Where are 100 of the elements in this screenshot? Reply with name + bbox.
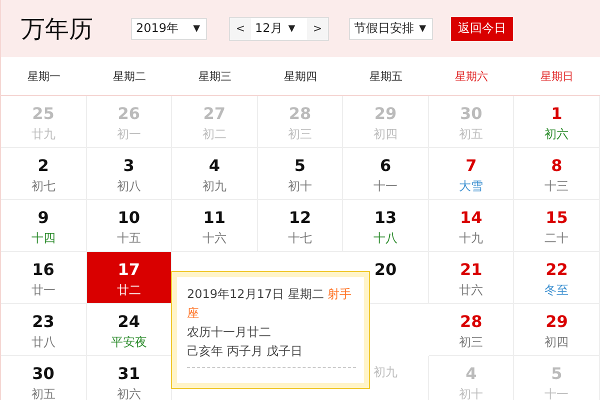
lunar-date: 十七 [288,231,312,245]
day-number: 26 [118,105,140,123]
lunar-date: 冬至 [544,283,569,297]
day-number: 29 [374,105,397,123]
lunar-date: 十九 [459,231,484,245]
lunar-date: 初七 [31,179,56,193]
lunar-date: 初四 [374,127,398,141]
lunar-date: 初六 [544,127,569,141]
lunar-date: 初五 [31,387,56,400]
day-number: 1 [551,105,562,123]
weekday-label: 星期一 [26,68,62,84]
day-number: 5 [294,157,306,175]
day-number: 15 [546,209,568,227]
day-number: 17 [118,261,140,279]
lunar-date: 初五 [459,127,484,141]
tooltip-ganzhi: 己亥年 丙子月 戊子日 [187,343,304,360]
day-number: 6 [380,157,392,175]
lunar-date: 二十 [544,231,569,245]
weekday-label: 星期日 [540,68,575,84]
day-cell[interactable]: 2 初七 [1,148,87,200]
day-cell[interactable]: 9 十四 [1,200,87,252]
day-number: 13 [374,209,397,227]
weekday-label: 星期六 [454,68,490,84]
day-cell[interactable]: 22 冬至 [514,252,600,304]
day-number: 16 [32,261,54,279]
lunar-date: 十六 [202,231,226,245]
lunar-date: 十一 [374,179,398,193]
day-cell[interactable]: 3 初八 [86,148,172,200]
day-cell[interactable]: 11 十六 [172,200,258,252]
day-number: 28 [460,313,482,331]
selected-day-cell[interactable]: 17 廿二 [86,252,172,304]
lunar-date: 廿六 [459,283,484,297]
lunar-date: 廿二 [116,283,141,297]
lunar-date: 十三 [544,179,569,193]
weekday-label: 星期五 [368,68,404,84]
lunar-date: 初九 [202,179,226,193]
lunar-date: 十一 [544,387,569,400]
day-number: 7 [466,157,477,175]
day-number: 25 [32,105,54,123]
day-number: 22 [546,261,568,279]
day-cell[interactable]: 23 廿八 [1,304,87,356]
lunar-date: 初二 [202,127,226,141]
day-number: 8 [551,157,562,175]
day-cell[interactable]: 4 初九 [172,148,258,200]
lunar-date: 十五 [116,231,141,245]
day-number: 11 [203,209,226,227]
day-number: 3 [123,157,134,175]
lunar-date: 初十 [459,387,484,400]
day-number: 5 [551,365,562,383]
day-cell[interactable]: 1 初六 [514,96,600,148]
day-number: 2 [38,157,49,175]
lunar-date: 初十 [288,179,312,193]
lunar-date: 初三 [288,127,312,141]
day-number: 31 [118,365,140,383]
day-number: 14 [460,209,482,227]
day-number: 12 [288,209,312,227]
day-cell[interactable]: 13 十八 [343,200,429,252]
lunar-date: 廿八 [31,335,56,349]
lunar-date: 初九 [374,365,398,379]
day-number: 30 [460,105,482,123]
lunar-date: 大雪 [459,179,484,193]
day-cell[interactable]: 5 初十 [258,148,344,200]
app-title: 万年历 [21,14,94,44]
lunar-date: 廿一 [31,283,56,297]
day-cell[interactable]: 28 初三 [428,304,514,356]
weekday-label: 星期三 [197,68,232,84]
day-cell[interactable]: 30 初五 [1,356,87,400]
day-number: 9 [38,209,49,227]
lunar-date: 初一 [116,127,141,141]
weekday-label: 星期四 [282,68,318,84]
lunar-date: 廿九 [31,127,56,141]
day-number: 29 [546,313,568,331]
day-number: 4 [208,157,220,175]
day-number: 20 [374,261,397,279]
tooltip-lunar-date: 农历十一月廿二 [187,324,272,341]
day-cell[interactable]: 6 十一 [343,148,429,200]
day-number: 21 [460,261,482,279]
day-number: 24 [118,313,140,331]
day-cell[interactable]: 14 十九 [428,200,514,252]
day-cell[interactable]: 8 十三 [514,148,600,200]
day-number: 23 [32,313,54,331]
day-cell[interactable]: 29 初四 [514,304,600,356]
today-button[interactable]: 返回今日 [451,16,513,40]
lunar-date: 初三 [459,335,484,349]
lunar-date: 初八 [116,179,141,193]
day-cell[interactable]: 21 廿六 [428,252,514,304]
day-number: 10 [118,209,140,227]
holiday-select[interactable]: 节假日安排 ▼ [349,18,433,40]
day-cell[interactable]: 12 十七 [258,200,344,252]
day-cell[interactable]: 15 二十 [514,200,600,252]
weekday-label: 星期二 [112,68,147,84]
lunar-date: 初六 [116,387,141,400]
year-select[interactable]: 2019年 ▼ [131,18,207,40]
day-number: 4 [466,365,477,383]
day-number: 27 [203,105,226,123]
lunar-date: 十八 [374,231,398,245]
lunar-date: 十四 [31,231,56,245]
lunar-date: 初四 [544,335,569,349]
day-number: 30 [32,365,54,383]
day-cell[interactable]: 7 大雪 [428,148,514,200]
